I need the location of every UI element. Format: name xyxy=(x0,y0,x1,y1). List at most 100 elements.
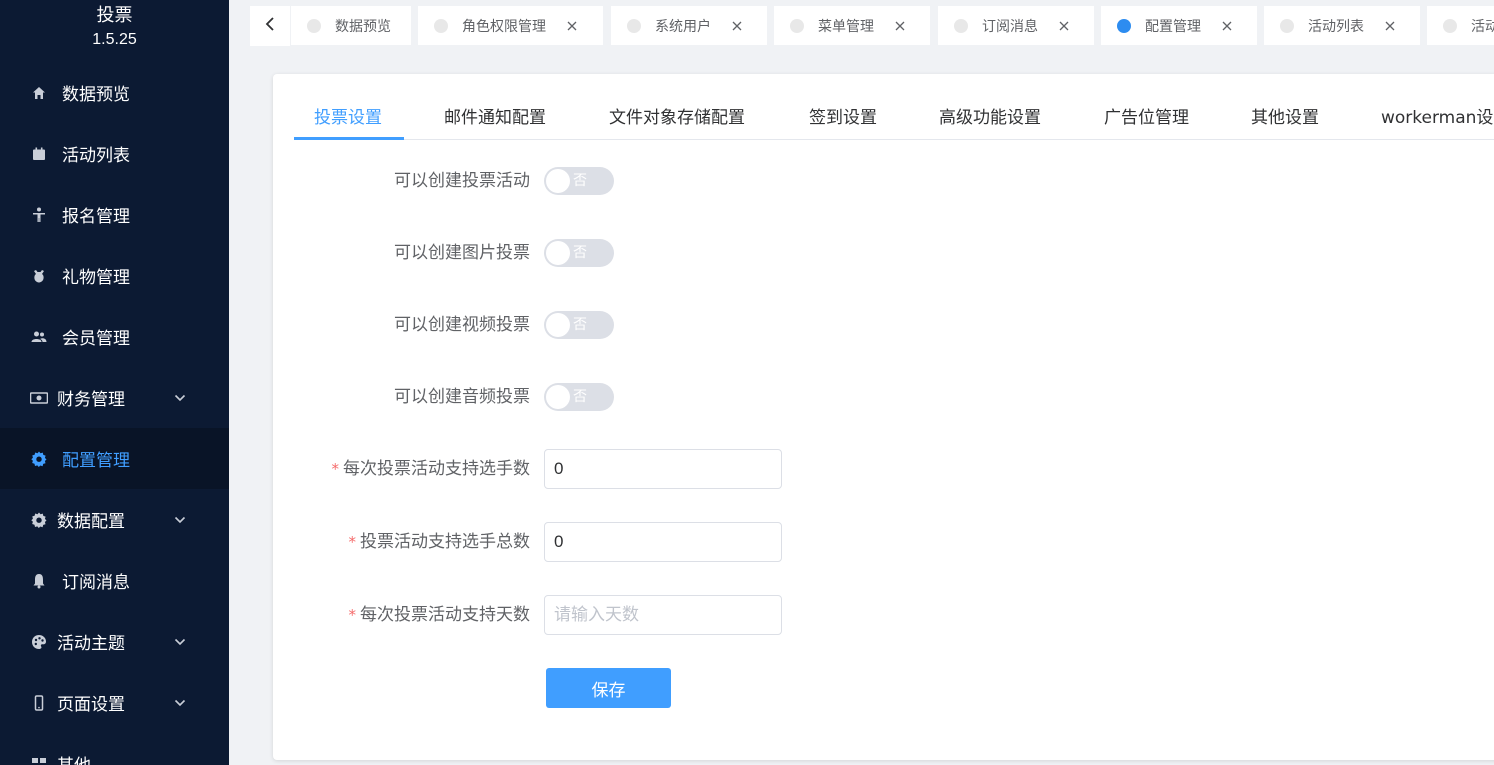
sidebar-item-label: 订阅消息 xyxy=(62,573,130,593)
sidebar-item-config[interactable]: 配置管理 xyxy=(0,428,229,489)
sidebar-item-finance[interactable]: 财务管理 xyxy=(0,367,229,428)
create-audio-vote-switch[interactable]: 否 xyxy=(544,383,614,411)
chevron-down-icon xyxy=(173,512,187,526)
tab-activity-list[interactable]: 活动列表 xyxy=(1264,6,1420,45)
chevron-left-icon xyxy=(264,16,276,36)
switch-knob xyxy=(546,169,570,193)
form-row: * 每次投票活动支持选手数 xyxy=(273,449,973,489)
tab-status-dot xyxy=(307,18,321,33)
tab-role-permissions[interactable]: 角色权限管理 xyxy=(418,6,603,45)
sidebar-item-label: 报名管理 xyxy=(62,207,130,227)
sidebar-item-label: 活动主题 xyxy=(57,634,125,654)
gear-icon xyxy=(30,450,48,468)
close-icon[interactable] xyxy=(1058,20,1070,32)
sidebar-item-gifts[interactable]: 礼物管理 xyxy=(0,245,229,306)
tab-label: 角色权限管理 xyxy=(462,18,546,35)
tab-dashboard[interactable]: 数据预览 xyxy=(291,6,411,45)
tab-system-users[interactable]: 系统用户 xyxy=(611,6,767,45)
home-icon xyxy=(30,84,48,102)
settings-tabs: 投票设置 邮件通知配置 文件对象存储配置 签到设置 高级功能设置 广告位管理 其… xyxy=(294,96,1494,140)
chevron-down-icon xyxy=(173,390,187,404)
form-row: 可以创建图片投票 否 xyxy=(273,233,973,273)
field-label-text: 每次投票活动支持选手数 xyxy=(343,459,530,479)
field-label: 可以创建视频投票 xyxy=(394,315,530,335)
close-icon[interactable] xyxy=(566,20,578,32)
tabs-bar: 数据预览 角色权限管理 系统用户 菜单管理 订阅消息 配置管理 活动列表 活动 xyxy=(250,0,1494,52)
sidebar-item-members[interactable]: 会员管理 xyxy=(0,306,229,367)
sidebar-item-page-settings[interactable]: 页面设置 xyxy=(0,672,229,733)
tab-label: 菜单管理 xyxy=(818,18,874,35)
sidebar-item-themes[interactable]: 活动主题 xyxy=(0,611,229,672)
tab-checkin-settings[interactable]: 签到设置 xyxy=(809,96,877,140)
active-tab-indicator xyxy=(294,137,404,140)
sidebar-item-data-config[interactable]: 数据配置 xyxy=(0,489,229,550)
tab-activity-partial[interactable]: 活动 xyxy=(1427,6,1494,45)
switch-text: 否 xyxy=(573,389,587,405)
close-icon[interactable] xyxy=(1221,20,1233,32)
tab-config-management[interactable]: 配置管理 xyxy=(1101,6,1257,45)
tab-object-storage[interactable]: 文件对象存储配置 xyxy=(609,96,745,140)
person-icon xyxy=(30,206,48,224)
contestants-per-activity-input[interactable] xyxy=(544,449,782,489)
sidebar-item-signup[interactable]: 报名管理 xyxy=(0,184,229,245)
tab-status-dot xyxy=(1280,18,1294,33)
tab-menu-management[interactable]: 菜单管理 xyxy=(774,6,930,45)
tab-ad-management[interactable]: 广告位管理 xyxy=(1104,96,1189,140)
save-button[interactable]: 保存 xyxy=(546,668,671,708)
brand: 投票 1.5.25 xyxy=(0,0,229,62)
sidebar-item-label: 活动列表 xyxy=(62,146,130,166)
required-mark: * xyxy=(348,606,357,624)
field-label: 可以创建图片投票 xyxy=(394,243,530,263)
tab-subscriptions[interactable]: 订阅消息 xyxy=(938,6,1094,45)
total-contestants-input[interactable] xyxy=(544,522,782,562)
palette-icon xyxy=(30,633,48,651)
tab-vote-settings[interactable]: 投票设置 xyxy=(314,96,382,140)
create-image-vote-switch[interactable]: 否 xyxy=(544,239,614,267)
sidebar-item-label: 数据配置 xyxy=(57,512,125,532)
sidebar-item-label: 页面设置 xyxy=(57,695,125,715)
form-row: 可以创建投票活动 否 xyxy=(273,161,973,201)
sidebar-item-label: 数据预览 xyxy=(62,85,130,105)
switch-knob xyxy=(546,241,570,265)
bell-icon xyxy=(30,572,48,590)
tab-status-dot xyxy=(1117,18,1131,33)
grid-icon xyxy=(30,755,48,765)
form-row: * 每次投票活动支持天数 xyxy=(273,595,973,635)
field-label: * 每次投票活动支持天数 xyxy=(349,595,531,635)
sidebar-item-subscriptions[interactable]: 订阅消息 xyxy=(0,550,229,611)
sidebar-item-label: 配置管理 xyxy=(62,451,130,471)
members-icon xyxy=(30,328,48,346)
switch-knob xyxy=(546,313,570,337)
tab-label: 活动 xyxy=(1471,18,1494,35)
tab-status-dot xyxy=(627,18,641,33)
tab-label: 活动列表 xyxy=(1308,18,1364,35)
field-label: 可以创建投票活动 xyxy=(394,171,530,191)
tab-other-settings[interactable]: 其他设置 xyxy=(1251,96,1319,140)
chevron-down-icon xyxy=(173,634,187,648)
close-icon[interactable] xyxy=(894,20,906,32)
switch-text: 否 xyxy=(573,317,587,333)
tab-label: 配置管理 xyxy=(1145,18,1201,35)
tab-email-notify[interactable]: 邮件通知配置 xyxy=(444,96,546,140)
tab-status-dot xyxy=(790,18,804,33)
activity-days-input[interactable] xyxy=(544,595,782,635)
close-icon[interactable] xyxy=(1384,20,1396,32)
field-label: * 每次投票活动支持选手数 xyxy=(332,449,531,489)
tab-workerman-settings[interactable]: workerman设置 xyxy=(1381,96,1494,140)
required-mark: * xyxy=(331,460,340,478)
tab-status-dot xyxy=(954,18,968,33)
tab-label: 数据预览 xyxy=(335,18,391,35)
mobile-icon xyxy=(30,694,48,712)
close-icon[interactable] xyxy=(731,20,743,32)
create-vote-activity-switch[interactable]: 否 xyxy=(544,167,614,195)
calendar-icon xyxy=(30,145,48,163)
sidebar-item-label: 其他 xyxy=(57,751,91,765)
gear-icon xyxy=(30,511,48,529)
sidebar-menu: 数据预览 活动列表 报名管理 礼物管理 会员管理 财务管理 配置管理 数据配置 … xyxy=(0,62,229,765)
create-video-vote-switch[interactable]: 否 xyxy=(544,311,614,339)
sidebar-item-activities[interactable]: 活动列表 xyxy=(0,123,229,184)
tab-advanced-settings[interactable]: 高级功能设置 xyxy=(939,96,1041,140)
tabs-scroll-left-button[interactable] xyxy=(250,6,290,46)
sidebar-item-other[interactable]: 其他 xyxy=(0,733,229,765)
sidebar-item-dashboard[interactable]: 数据预览 xyxy=(0,62,229,123)
